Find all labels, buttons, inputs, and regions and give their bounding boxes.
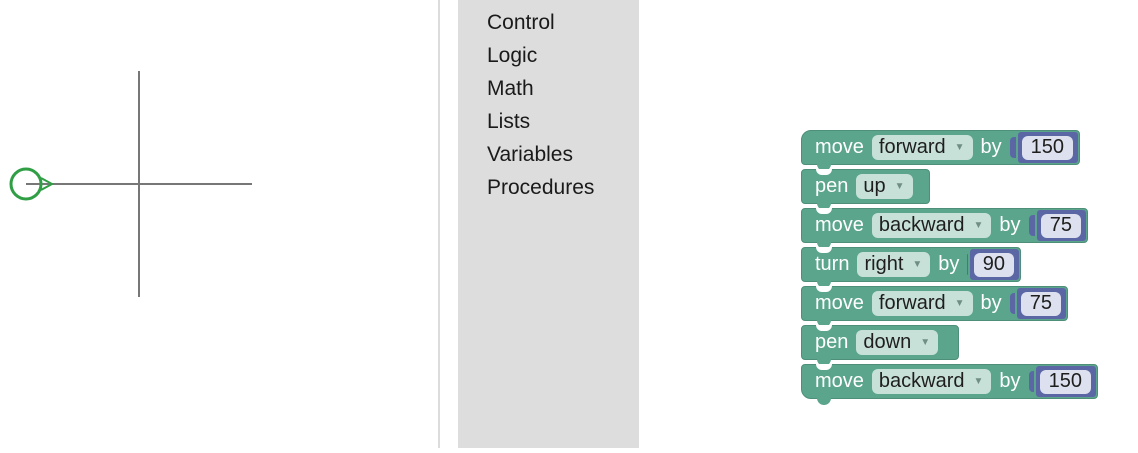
block-connector-label: by (999, 214, 1020, 237)
toolbox-category-variables[interactable]: Variables (487, 143, 573, 167)
toolbox-category-procedures[interactable]: Procedures (487, 176, 594, 200)
turtle-canvas (0, 0, 438, 448)
block-connector-label: by (999, 370, 1020, 393)
move-block[interactable]: move forward▼ by 150 (801, 130, 1080, 165)
number-block[interactable]: 90 (970, 249, 1019, 280)
number-field[interactable]: 150 (1022, 136, 1073, 160)
number-block[interactable]: 150 (1036, 366, 1096, 397)
number-field[interactable]: 150 (1040, 370, 1091, 394)
block-workspace[interactable]: move forward▼ by 150 pen up▼ move backwa… (639, 0, 1138, 448)
dropdown-arrow-icon: ▼ (895, 181, 905, 192)
pen-block[interactable]: pen up▼ (801, 169, 930, 204)
pen-state-dropdown[interactable]: down▼ (856, 330, 938, 355)
value-socket (1029, 215, 1035, 236)
toolbox-category-math[interactable]: Math (487, 77, 534, 101)
block-connector-label: by (938, 253, 959, 276)
turtle-drawing (0, 0, 438, 448)
move-block[interactable]: move backward▼ by 75 (801, 208, 1088, 243)
block-keyword: pen (815, 331, 848, 354)
number-block[interactable]: 150 (1018, 132, 1078, 163)
direction-dropdown[interactable]: backward▼ (872, 213, 992, 238)
number-field[interactable]: 75 (1041, 214, 1081, 238)
toolbox: Control Logic Math Lists Variables Proce… (458, 0, 639, 448)
direction-dropdown[interactable]: forward▼ (872, 291, 973, 316)
block-keyword: move (815, 292, 864, 315)
pen-block[interactable]: pen down▼ (801, 325, 959, 360)
number-block[interactable]: 75 (1017, 288, 1066, 319)
value-socket (1029, 371, 1034, 392)
dropdown-arrow-icon: ▼ (955, 298, 965, 309)
direction-dropdown[interactable]: backward▼ (872, 369, 992, 394)
turn-direction-dropdown[interactable]: right▼ (857, 252, 930, 277)
block-keyword: move (815, 214, 864, 237)
toolbox-category-logic[interactable]: Logic (487, 44, 537, 68)
dropdown-arrow-icon: ▼ (974, 220, 984, 231)
block-keyword: turn (815, 253, 849, 276)
block-connector-label: by (981, 292, 1002, 315)
dropdown-arrow-icon: ▼ (912, 259, 922, 270)
value-socket (1010, 293, 1015, 314)
block-connector-label: by (981, 136, 1002, 159)
dropdown-arrow-icon: ▼ (920, 337, 930, 348)
number-field[interactable]: 75 (1021, 292, 1061, 316)
block-keyword: move (815, 136, 864, 159)
move-block[interactable]: move backward▼ by 150 (801, 364, 1098, 399)
number-field[interactable]: 90 (974, 253, 1014, 277)
direction-dropdown[interactable]: forward▼ (872, 135, 973, 160)
block-keyword: pen (815, 175, 848, 198)
dropdown-arrow-icon: ▼ (974, 376, 984, 387)
turn-block[interactable]: turn right▼ by 90 (801, 247, 1021, 282)
toolbox-category-lists[interactable]: Lists (487, 110, 530, 134)
number-block[interactable]: 75 (1037, 210, 1086, 241)
value-socket (1010, 137, 1016, 158)
block-keyword: move (815, 370, 864, 393)
panel-divider[interactable] (438, 0, 440, 448)
dropdown-arrow-icon: ▼ (955, 142, 965, 153)
toolbox-category-control[interactable]: Control (487, 11, 555, 35)
pen-state-dropdown[interactable]: up▼ (856, 174, 912, 199)
move-block[interactable]: move forward▼ by 75 (801, 286, 1068, 321)
